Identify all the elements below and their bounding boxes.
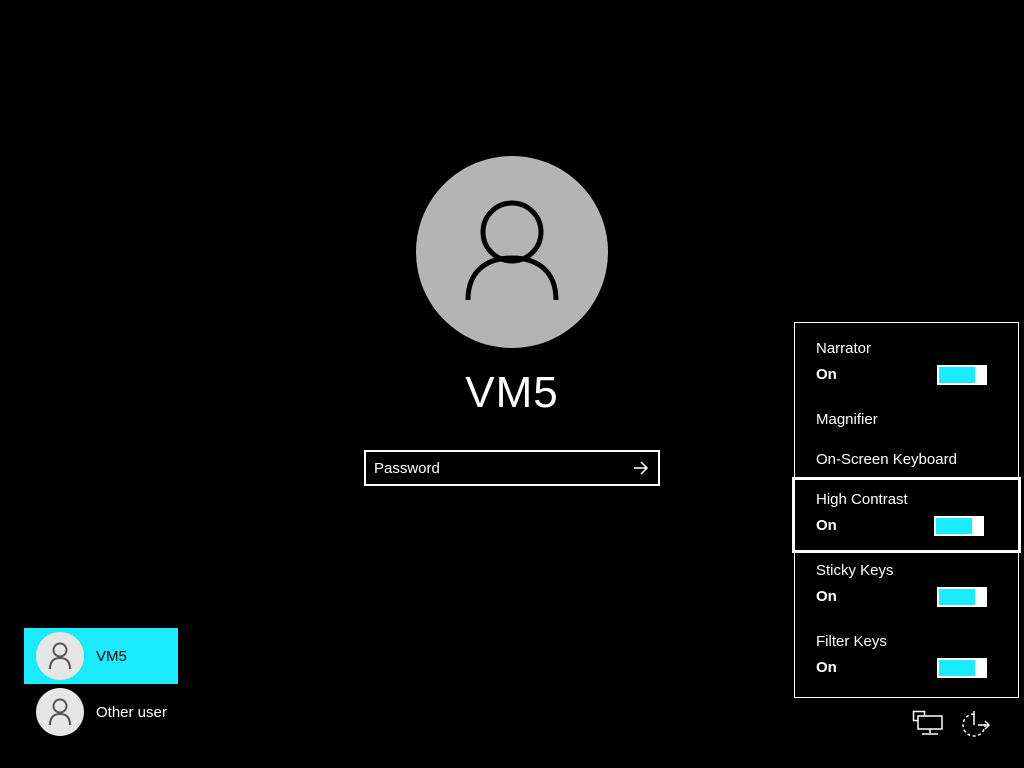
person-icon: [49, 642, 71, 670]
power-icon[interactable]: [958, 706, 992, 740]
user-list: VM5 Other user: [24, 628, 178, 740]
ease-item-narrator[interactable]: Narrator On: [792, 340, 1021, 385]
ease-item-status: On: [816, 366, 837, 383]
avatar: [36, 688, 84, 736]
filter-keys-toggle[interactable]: [937, 658, 987, 678]
sticky-keys-toggle[interactable]: [937, 587, 987, 607]
ease-item-sticky-keys[interactable]: Sticky Keys On: [792, 562, 1021, 607]
ease-item-status: On: [816, 588, 837, 605]
ease-item-magnifier[interactable]: Magnifier: [792, 411, 1021, 429]
user-name: Other user: [96, 703, 167, 721]
ease-item-label: Filter Keys: [816, 633, 887, 650]
submit-arrow-button[interactable]: [624, 452, 658, 484]
user-avatar-large: [416, 156, 608, 348]
narrator-toggle[interactable]: [937, 365, 987, 385]
arrow-right-icon: [634, 461, 649, 475]
user-item-other-user[interactable]: Other user: [24, 684, 178, 740]
ease-item-on-screen-keyboard[interactable]: On-Screen Keyboard: [792, 451, 1021, 469]
ease-item-label: Magnifier: [816, 411, 878, 428]
person-icon: [465, 200, 559, 301]
ease-item-status: On: [816, 659, 837, 676]
user-item-vm5[interactable]: VM5: [24, 628, 178, 684]
ease-of-access-panel: Narrator On Magnifier On-Screen Keyboard…: [792, 322, 1021, 698]
ease-item-label: Sticky Keys: [816, 562, 894, 579]
ease-item-status: On: [816, 517, 837, 534]
high-contrast-toggle[interactable]: [934, 516, 984, 536]
account-name: VM5: [465, 368, 559, 417]
password-box: [364, 450, 660, 486]
person-icon: [49, 698, 71, 726]
ease-item-label: Narrator: [816, 340, 872, 357]
ease-item-label: High Contrast: [816, 491, 908, 508]
network-icon[interactable]: [911, 706, 945, 740]
ease-item-high-contrast[interactable]: High Contrast On: [792, 477, 1021, 553]
avatar: [36, 632, 84, 680]
ease-item-label: On-Screen Keyboard: [816, 451, 957, 468]
ease-item-filter-keys[interactable]: Filter Keys On: [792, 633, 1021, 678]
password-input[interactable]: [366, 452, 624, 484]
user-name: VM5: [96, 647, 127, 665]
